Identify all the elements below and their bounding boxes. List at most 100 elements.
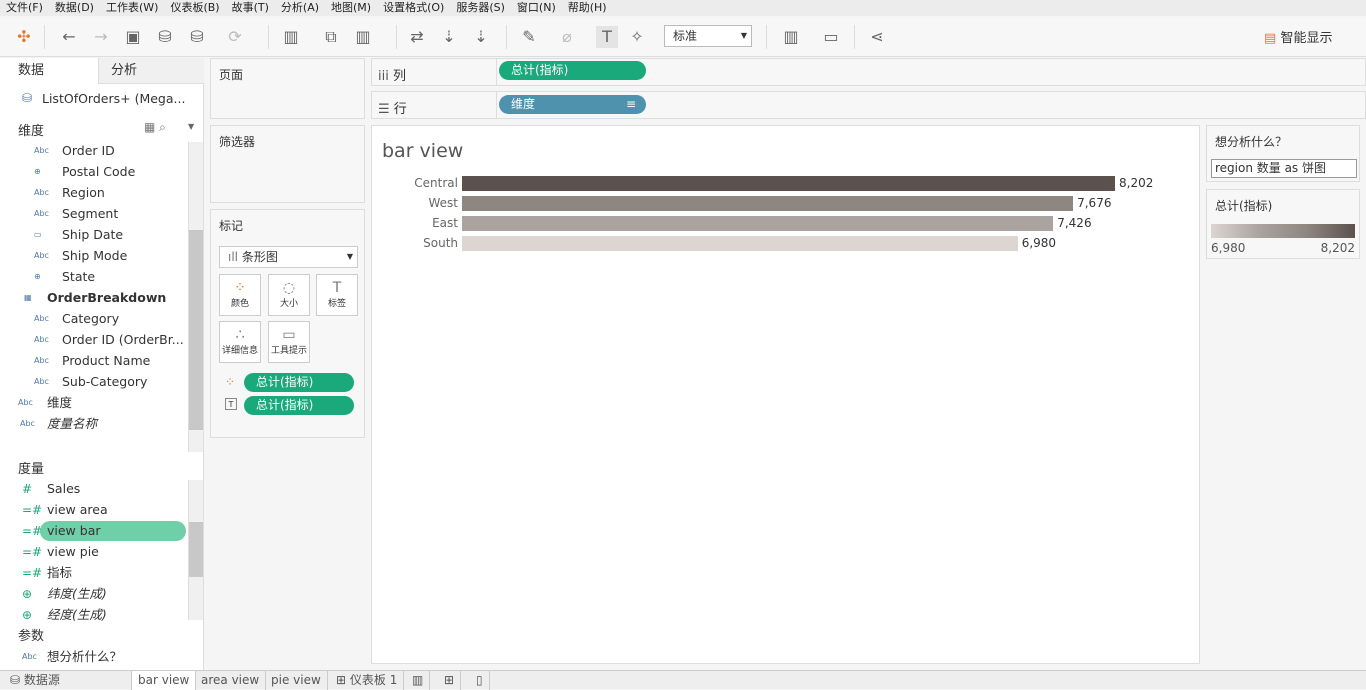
bar[interactable] [462, 196, 1074, 211]
chevron-down-icon[interactable]: ▼ [188, 122, 194, 131]
legend-min: 6,980 [1211, 241, 1246, 255]
bar[interactable] [462, 236, 1018, 251]
color-pill[interactable]: 总计(指标) [244, 373, 354, 392]
field-item[interactable]: Abc Ship Mode [0, 246, 186, 266]
duplicate-sheet-icon[interactable]: ⧉ [320, 26, 342, 48]
new-dashboard-tab-icon[interactable]: ⊞ [438, 671, 462, 690]
abc-icon: Abc [34, 335, 49, 344]
field-item[interactable]: ⊕ 纬度(生成) [0, 584, 186, 604]
number-icon: =# [22, 545, 43, 559]
field-item[interactable]: Abc 度量名称 [0, 414, 186, 434]
menu-item[interactable]: 工作表(W) [100, 0, 164, 16]
clear-sheet-icon[interactable]: ▥ [352, 26, 374, 48]
data-label: 6,980 [1021, 236, 1057, 250]
datasource-name[interactable]: ListOfOrders+ (Mega... [42, 91, 185, 106]
search-icon[interactable]: ▦ ⌕ [144, 120, 166, 135]
field-item[interactable]: # Sales [0, 479, 186, 499]
show-labels-icon[interactable]: T [596, 26, 618, 48]
filters-card[interactable]: 筛选器 [210, 125, 365, 203]
pause-updates-icon[interactable]: ⛁ [186, 26, 208, 48]
refresh-icon[interactable]: ⟳ [224, 26, 246, 48]
field-item[interactable]: Abc Category [0, 309, 186, 329]
pin-icon[interactable]: ✧ [626, 26, 648, 48]
detail-button[interactable]: ∴ 详细信息 [219, 321, 261, 363]
undo-icon[interactable]: ← [58, 26, 80, 48]
field-item[interactable]: Abc 维度 [0, 393, 186, 413]
bar[interactable] [462, 176, 1115, 191]
field-item[interactable]: Abc Order ID [0, 141, 186, 161]
field-name: State [62, 269, 96, 284]
presentation-icon[interactable]: ▭ [820, 26, 842, 48]
new-sheet-tab-icon[interactable]: ▥ [406, 671, 431, 690]
pages-card[interactable]: 页面 [210, 58, 365, 119]
group-icon[interactable]: ⌀ [556, 26, 578, 48]
tab-data[interactable]: 数据 [0, 58, 98, 84]
redo-icon[interactable]: → [90, 26, 112, 48]
measures-scrollbar[interactable] [188, 480, 203, 620]
field-name: 度量名称 [47, 416, 98, 431]
tab-sheet[interactable]: area view [195, 671, 267, 690]
field-item[interactable]: ⊕ 经度(生成) [0, 605, 186, 625]
tab-analysis[interactable]: 分析 [98, 58, 204, 84]
parameter-card: 想分析什么？ region 数量 as 饼图 [1206, 125, 1360, 182]
menu-item[interactable]: 文件(F) [0, 0, 49, 16]
field-item[interactable]: =# 指标 [0, 563, 186, 583]
color-legend: 总计(指标) 6,980 8,202 [1206, 189, 1360, 259]
field-item[interactable]: Abc Product Name [0, 351, 186, 371]
new-story-tab-icon[interactable]: ▯ [470, 671, 490, 690]
field-item[interactable]: ▦ OrderBreakdown [0, 288, 186, 308]
swap-icon[interactable]: ⇄ [406, 26, 428, 48]
mark-type-select[interactable]: ıll 条形图 ▼ [219, 246, 358, 268]
field-item[interactable]: =# view bar [22, 521, 186, 541]
tab-sheet[interactable]: bar view [132, 671, 197, 690]
menu-item[interactable]: 地图(M) [325, 0, 377, 16]
highlight-icon[interactable]: ✎ [518, 26, 540, 48]
menu-item[interactable]: 设置格式(O) [377, 0, 450, 16]
new-datasource-icon[interactable]: ⛁ [154, 26, 176, 48]
bar[interactable] [462, 216, 1054, 231]
tab-dashboard[interactable]: ⊞ 仪表板 1 [330, 671, 405, 690]
parameter-item[interactable]: Abc 想分析什么？ [0, 647, 186, 667]
tableau-logo-icon[interactable]: ✣ [13, 26, 35, 48]
field-item[interactable]: Abc Sub-Category [0, 372, 186, 392]
tooltip-button[interactable]: ▭ 工具提示 [268, 321, 310, 363]
columns-pill[interactable]: 总计(指标) [499, 61, 646, 80]
field-item[interactable]: ⊕ Postal Code [0, 162, 186, 182]
tab-analysis-label: 分析 [111, 63, 138, 78]
sort-asc-icon[interactable]: ⇣ [438, 26, 460, 48]
size-button[interactable]: ◌ 大小 [268, 274, 310, 316]
field-item[interactable]: =# view area [0, 500, 186, 520]
rows-label: ☰ 行 [378, 98, 407, 117]
field-item[interactable]: ⊕ State [0, 267, 186, 287]
menu-item[interactable]: 服务器(S) [450, 0, 511, 16]
abc-icon: Abc [34, 251, 49, 260]
menu-item[interactable]: 窗口(N) [511, 0, 562, 16]
show-cards-icon[interactable]: ▥ [780, 26, 802, 48]
dimensions-scrollbar[interactable] [188, 142, 203, 452]
field-name: Segment [62, 206, 119, 221]
share-icon[interactable]: ⋖ [866, 26, 888, 48]
label-pill[interactable]: 总计(指标) [244, 396, 354, 415]
fit-select[interactable]: 标准 ▼ [664, 25, 752, 47]
menu-item[interactable]: 分析(A) [275, 0, 325, 16]
label-button[interactable]: T 标签 [316, 274, 358, 316]
sort-desc-icon[interactable]: ⇣ [470, 26, 492, 48]
menu-item[interactable]: 数据(D) [49, 0, 100, 16]
field-item[interactable]: Abc Segment [0, 204, 186, 224]
menu-item[interactable]: 故事(T) [226, 0, 275, 16]
color-button[interactable]: ⁘ 颜色 [219, 274, 261, 316]
parameter-input[interactable]: region 数量 as 饼图 [1211, 159, 1357, 178]
field-item[interactable]: =# view pie [0, 542, 186, 562]
field-item[interactable]: Abc Region [0, 183, 186, 203]
save-icon[interactable]: ▣ [122, 26, 144, 48]
field-item[interactable]: ▭ Ship Date [0, 225, 186, 245]
show-me-button[interactable]: ▤ 智能显示 [1264, 27, 1332, 46]
tab-sheet[interactable]: pie view [265, 671, 328, 690]
menu-item[interactable]: 帮助(H) [562, 0, 613, 16]
field-item[interactable]: Abc Order ID (OrderBr... [0, 330, 186, 350]
tab-datasource[interactable]: ⛁ 数据源 [4, 671, 132, 690]
new-sheet-icon[interactable]: ▥ [280, 26, 302, 48]
field-name: 经度(生成) [47, 607, 107, 622]
menu-item[interactable]: 仪表板(B) [164, 0, 225, 16]
rows-pill[interactable]: 维度 ≡ [499, 95, 646, 114]
